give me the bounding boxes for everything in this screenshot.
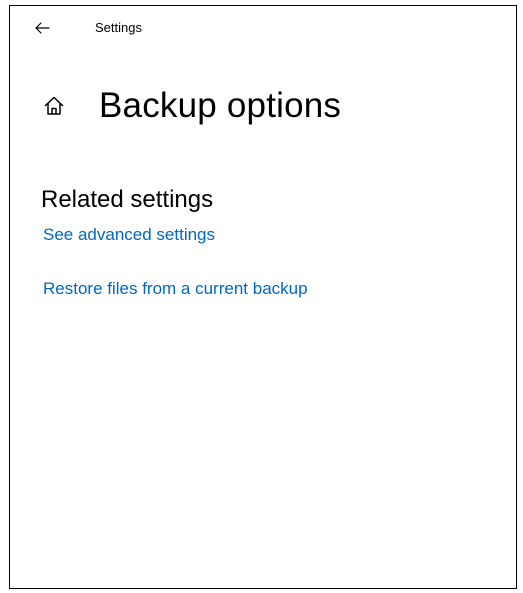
app-title: Settings <box>95 20 142 35</box>
page-title: Backup options <box>99 86 342 125</box>
related-settings-section: Related settings See advanced settings R… <box>41 185 308 298</box>
see-advanced-settings-link[interactable]: See advanced settings <box>43 224 215 246</box>
title-bar: Settings <box>10 6 516 52</box>
back-button[interactable] <box>30 16 54 40</box>
restore-files-link[interactable]: Restore files from a current backup <box>43 278 308 300</box>
related-settings-heading: Related settings <box>41 186 214 213</box>
home-icon <box>42 94 66 118</box>
settings-window: Settings Backup options Related settings… <box>9 5 517 589</box>
arrow-left-icon <box>35 22 50 34</box>
